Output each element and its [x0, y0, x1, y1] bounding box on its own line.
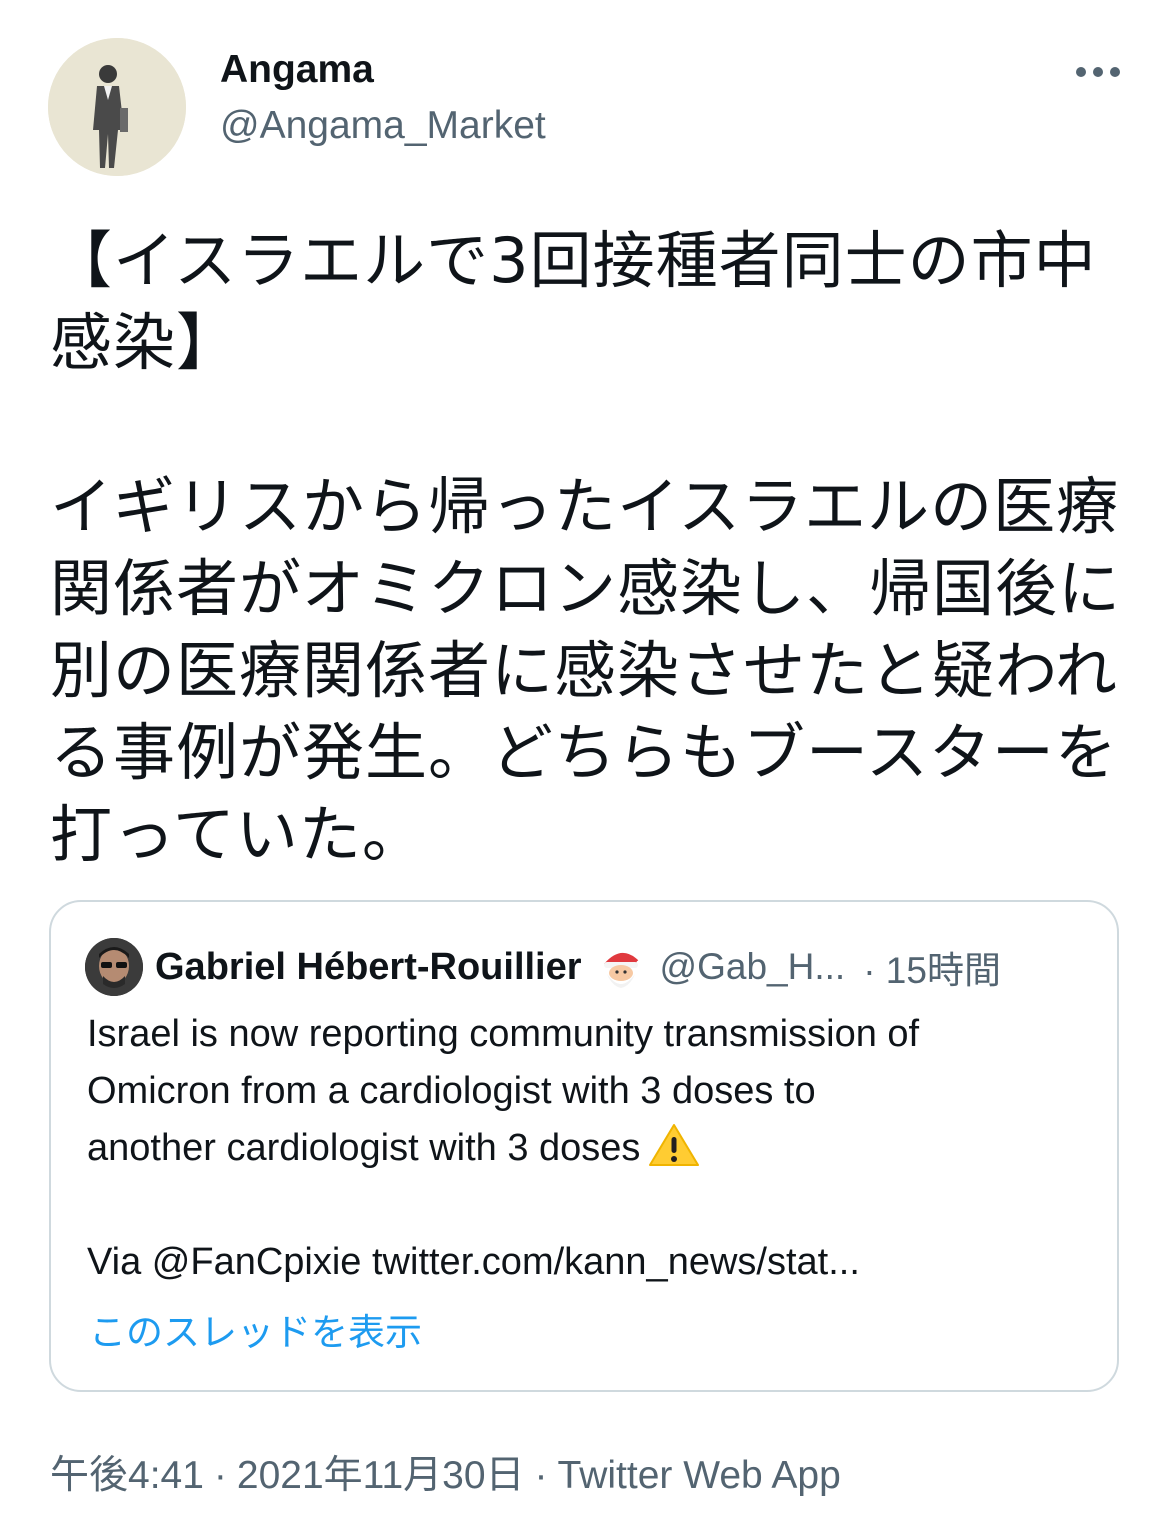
- tweet-meta: 午後4:41 · 2021年11月30日 · Twitter Web App: [50, 1444, 841, 1500]
- more-horizontal-icon: [1076, 67, 1120, 77]
- meta-separator: ·: [213, 1454, 227, 1497]
- quoted-tweet-line: Via @FanCpixie twitter.com/kann_news/sta…: [87, 1241, 860, 1283]
- person-in-suit-avatar-icon: [48, 38, 186, 176]
- quoted-tweet-time[interactable]: · 15時間: [863, 940, 1001, 994]
- warning-icon: [648, 1122, 700, 1168]
- show-thread-link[interactable]: このスレッドを表示: [89, 1302, 422, 1356]
- quoted-tweet-header: Gabriel Hébert-Rouillier @Gab_H... · 15時…: [155, 940, 1085, 994]
- author-name[interactable]: Angama: [220, 48, 374, 92]
- author-handle[interactable]: @Angama_Market: [220, 104, 546, 148]
- santa-emoji-icon: [596, 942, 646, 992]
- man-with-sunglasses-avatar-icon: [85, 938, 143, 996]
- tweet-date[interactable]: 2021年11月30日: [237, 1444, 525, 1500]
- quoted-tweet-line: Omicron from a cardiologist with 3 doses…: [87, 1070, 816, 1112]
- quoted-author-name[interactable]: Gabriel Hébert-Rouillier: [155, 946, 582, 989]
- quoted-author-handle[interactable]: @Gab_H...: [660, 946, 846, 988]
- quoted-tweet-line-text: another cardiologist with 3 doses: [87, 1127, 641, 1169]
- quoted-tweet-line-with-icon: another cardiologist with 3 doses: [87, 1120, 1087, 1177]
- author-avatar[interactable]: [48, 38, 186, 176]
- quoted-tweet-body: Israel is now reporting community transm…: [87, 1006, 1087, 1291]
- quoted-tweet-line: Israel is now reporting community transm…: [87, 1013, 920, 1055]
- tweet-time[interactable]: 午後4:41: [50, 1444, 204, 1500]
- meta-separator: ·: [534, 1454, 548, 1497]
- tweet-source[interactable]: Twitter Web App: [558, 1454, 841, 1498]
- quoted-tweet-card[interactable]: Gabriel Hébert-Rouillier @Gab_H... · 15時…: [49, 900, 1119, 1392]
- quoted-author-avatar[interactable]: [85, 938, 143, 996]
- tweet-text: 【イスラエルで3回接種者同士の市中 感染】 イギリスから帰ったイスラエルの医療 …: [50, 224, 1122, 871]
- more-options-button[interactable]: [1070, 52, 1126, 92]
